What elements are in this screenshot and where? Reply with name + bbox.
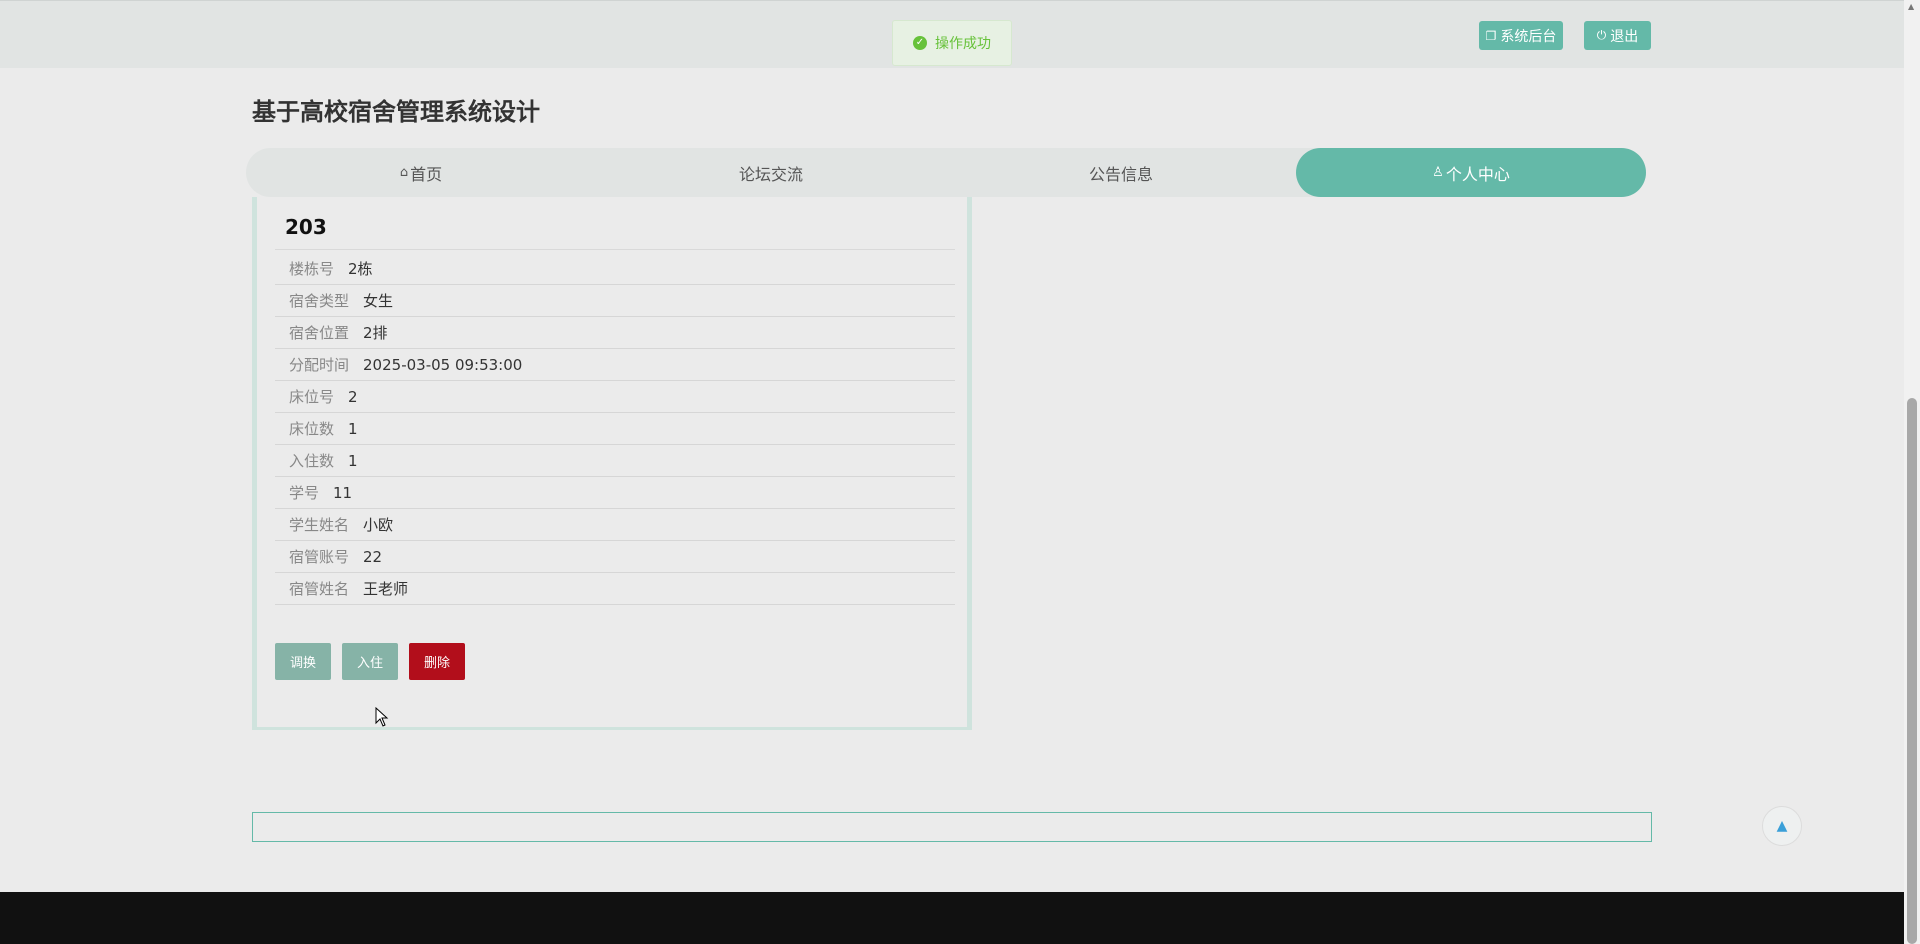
field-value: 小欧 <box>363 516 394 534</box>
room-title: 203 <box>285 215 327 239</box>
scroll-thumb[interactable] <box>1907 398 1917 944</box>
field-value: 1 <box>348 451 358 470</box>
field-value: 2 <box>348 387 358 406</box>
mouse-cursor-icon <box>375 707 389 727</box>
footer-box <box>252 812 1652 842</box>
field-label: 入住数 <box>289 452 335 470</box>
top-bar: ✓ 操作成功 ❐ 系统后台 ⏻ 退出 <box>0 0 1904 68</box>
site-title: 基于高校宿舍管理系统设计 <box>252 98 540 126</box>
home-icon: ⌂ <box>399 165 409 180</box>
power-icon: ⏻ <box>1596 28 1607 42</box>
logout-label: 退出 <box>1610 28 1639 45</box>
success-toast: ✓ 操作成功 <box>892 20 1012 66</box>
field-label: 学生姓名 <box>289 516 350 534</box>
field-value: 2025-03-05 09:53:00 <box>363 355 523 374</box>
field-row: 入住数 1 <box>275 445 955 477</box>
delete-button[interactable]: 删除 <box>409 643 466 680</box>
field-label: 床位号 <box>289 388 335 406</box>
check-circle-icon: ✓ <box>913 36 927 50</box>
field-label: 学号 <box>289 484 320 502</box>
admin-backend-label: 系统后台 <box>1500 28 1557 45</box>
field-row: 宿舍类型 女生 <box>275 285 955 317</box>
swap-button[interactable]: 调换 <box>275 643 332 680</box>
field-row: 宿舍位置 2排 <box>275 317 955 349</box>
field-row: 分配时间 2025-03-05 09:53:00 <box>275 349 955 381</box>
scroll-up-arrow-icon[interactable]: ▲ <box>1908 2 1914 11</box>
field-label: 宿管账号 <box>289 548 350 566</box>
checkin-button[interactable]: 入住 <box>342 643 399 680</box>
caret-up-icon: ▲ <box>1776 818 1788 834</box>
field-label: 宿管姓名 <box>289 580 350 598</box>
nav-notice[interactable]: 公告信息 <box>946 148 1296 197</box>
field-label: 宿舍位置 <box>289 324 350 342</box>
field-row: 学生姓名 小欧 <box>275 509 955 541</box>
field-value: 2排 <box>363 324 388 342</box>
back-to-top-button[interactable]: ▲ <box>1762 806 1802 846</box>
main-nav: ⌂ 首页 论坛交流 公告信息 ♙ 个人中心 <box>246 148 1646 197</box>
bottom-bar <box>0 892 1904 944</box>
nav-home[interactable]: ⌂ 首页 <box>246 148 596 197</box>
nav-forum[interactable]: 论坛交流 <box>596 148 946 197</box>
room-detail-card: 203 楼栋号 2栋 宿舍类型 女生 宿舍位置 2排 分配时间 2025-03-05 0… <box>252 197 972 730</box>
field-value: 1 <box>348 419 358 438</box>
field-value: 22 <box>363 547 383 566</box>
user-icon: ♙ <box>1432 165 1444 180</box>
nav-home-label: 首页 <box>410 164 443 184</box>
title-divider <box>275 249 955 250</box>
field-row: 床位数 1 <box>275 413 955 445</box>
field-label: 分配时间 <box>289 356 350 374</box>
field-value: 2栋 <box>348 260 373 278</box>
field-row: 学号 11 <box>275 477 955 509</box>
field-value: 11 <box>333 483 353 502</box>
field-value: 王老师 <box>363 580 409 598</box>
admin-backend-button[interactable]: ❐ 系统后台 <box>1479 21 1563 50</box>
field-row: 床位号 2 <box>275 381 955 413</box>
nav-personal-center[interactable]: ♙ 个人中心 <box>1296 148 1646 197</box>
field-label: 宿舍类型 <box>289 292 350 310</box>
nav-notice-label: 公告信息 <box>1088 164 1153 184</box>
field-row: 宿管姓名 王老师 <box>275 573 955 605</box>
room-field-list: 楼栋号 2栋 宿舍类型 女生 宿舍位置 2排 分配时间 2025-03-05 09:53… <box>275 253 955 605</box>
field-value: 女生 <box>363 292 394 310</box>
field-row: 楼栋号 2栋 <box>275 253 955 285</box>
action-buttons: 调换 入住 删除 <box>275 643 466 680</box>
field-label: 楼栋号 <box>289 260 335 278</box>
copy-icon: ❐ <box>1485 28 1497 43</box>
nav-forum-label: 论坛交流 <box>738 164 803 184</box>
field-label: 床位数 <box>289 420 335 438</box>
logout-button[interactable]: ⏻ 退出 <box>1584 21 1651 50</box>
toast-text: 操作成功 <box>935 36 991 52</box>
nav-personal-center-label: 个人中心 <box>1445 164 1510 184</box>
field-row: 宿管账号 22 <box>275 541 955 573</box>
